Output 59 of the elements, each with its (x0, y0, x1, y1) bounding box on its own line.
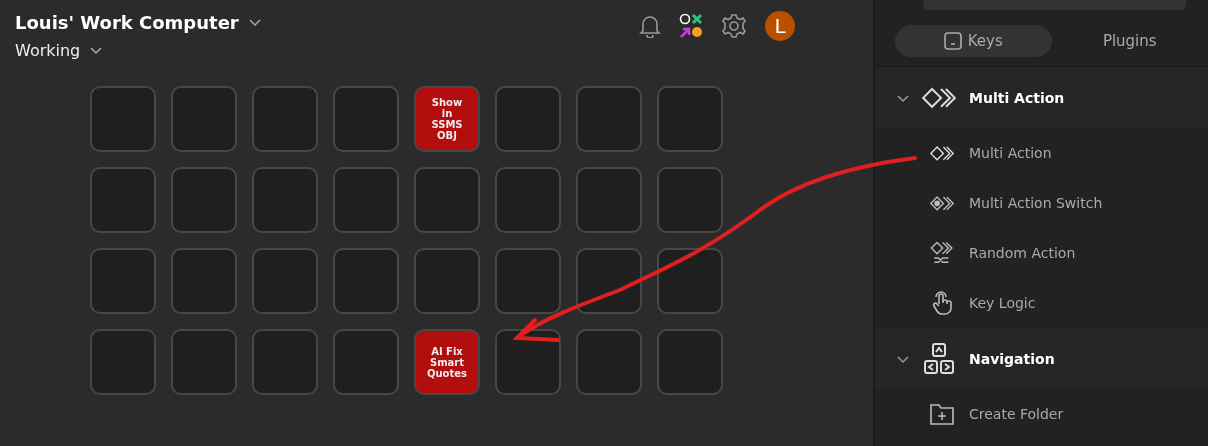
shuffle-diamond-icon (930, 241, 954, 265)
action-item[interactable]: Multi Action (875, 128, 1208, 178)
empty-key[interactable] (252, 248, 318, 314)
empty-key[interactable] (495, 167, 561, 233)
action-item[interactable]: Create Folder (875, 389, 1208, 439)
diamond-chevrons-icon (930, 194, 954, 212)
category-header[interactable]: Navigation (875, 328, 1208, 389)
empty-key[interactable] (252, 86, 318, 152)
colorful-logo-icon[interactable] (679, 13, 703, 39)
device-title[interactable]: Louis' Work Computer (15, 12, 239, 33)
empty-key[interactable] (495, 86, 561, 152)
empty-key[interactable] (171, 167, 237, 233)
empty-key[interactable] (657, 329, 723, 395)
chevron-down-icon[interactable] (248, 18, 261, 27)
diamond-chevrons-icon (930, 144, 954, 162)
bell-icon[interactable] (639, 14, 661, 38)
category-header[interactable]: Multi Action (875, 67, 1208, 128)
tab[interactable]: Keys (895, 25, 1052, 57)
action-item[interactable]: Key Logic (875, 278, 1208, 328)
action-item[interactable]: Multi Action Switch (875, 178, 1208, 228)
folder-plus-icon (929, 402, 955, 426)
user-avatar[interactable]: L (765, 11, 795, 41)
empty-key[interactable] (495, 248, 561, 314)
empty-key[interactable] (333, 329, 399, 395)
empty-key[interactable] (576, 248, 642, 314)
stream-key[interactable]: AI Fix Smart Quotes (414, 329, 480, 395)
empty-key[interactable] (414, 248, 480, 314)
empty-key[interactable] (171, 248, 237, 314)
empty-key[interactable] (252, 329, 318, 395)
empty-key[interactable] (90, 167, 156, 233)
diamond-chevrons-icon (922, 85, 956, 110)
empty-key[interactable] (333, 167, 399, 233)
action-item[interactable]: Random Action (875, 228, 1208, 278)
empty-key[interactable] (495, 329, 561, 395)
hand-pointer-icon (931, 291, 953, 315)
stream-key[interactable]: Show in SSMS OBJ (414, 86, 480, 152)
category-title: Navigation (969, 350, 1055, 367)
empty-key[interactable] (576, 329, 642, 395)
empty-key[interactable] (90, 329, 156, 395)
empty-key[interactable] (333, 248, 399, 314)
empty-key[interactable] (657, 167, 723, 233)
empty-key[interactable] (333, 86, 399, 152)
empty-key[interactable] (171, 329, 237, 395)
empty-key[interactable] (171, 86, 237, 152)
profile-name[interactable]: Working (15, 41, 81, 60)
empty-key[interactable] (414, 167, 480, 233)
arrow-keys-icon (922, 341, 956, 376)
empty-key[interactable] (576, 86, 642, 152)
empty-key[interactable] (90, 248, 156, 314)
key-icon (943, 32, 962, 50)
empty-key[interactable] (657, 86, 723, 152)
chevron-down-icon[interactable] (90, 46, 103, 55)
tab[interactable]: Plugins (1051, 25, 1208, 57)
category-title: Multi Action (969, 89, 1065, 106)
empty-key[interactable] (252, 167, 318, 233)
empty-key[interactable] (576, 167, 642, 233)
empty-key[interactable] (657, 248, 723, 314)
settings-icon[interactable] (721, 13, 747, 39)
empty-key[interactable] (90, 86, 156, 152)
